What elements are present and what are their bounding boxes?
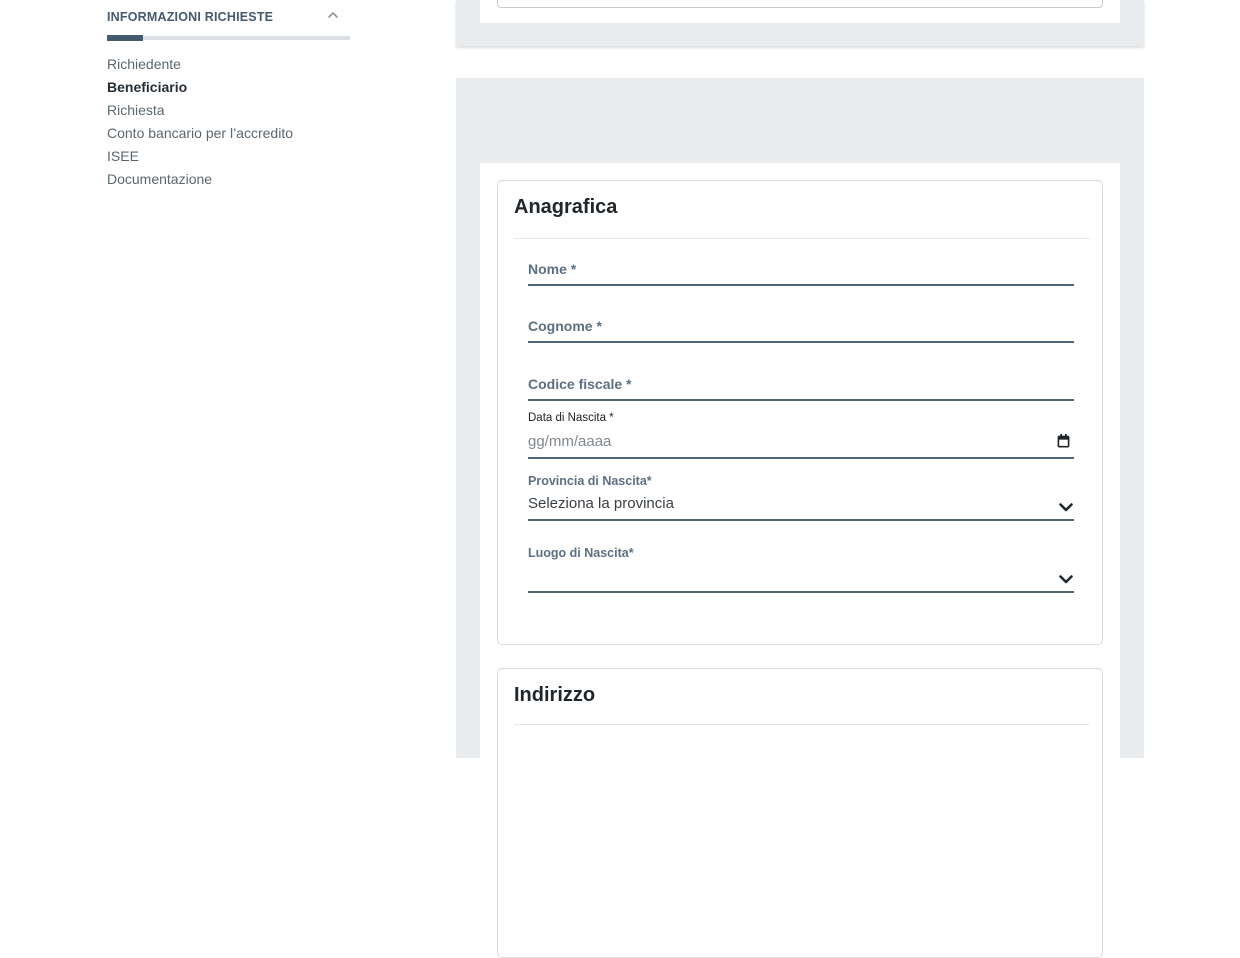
- indirizzo-card-title: Indirizzo: [514, 684, 595, 707]
- beneficiario-section: Beneficiario Anagrafica Nome * Cognome *…: [456, 78, 1144, 758]
- sidebar-item-documentazione[interactable]: Documentazione: [107, 168, 350, 191]
- sidebar-item-richiedente[interactable]: Richiedente: [107, 53, 350, 76]
- luogo-nascita-select[interactable]: Luogo di Nascita*: [528, 546, 1074, 593]
- nome-field: Nome *: [528, 261, 1074, 286]
- chevron-down-icon: [1059, 575, 1073, 584]
- previous-section-partial: [456, 0, 1144, 46]
- data-nascita-label: Data di Nascita *: [528, 412, 614, 424]
- codice-fiscale-field: Codice fiscale *: [528, 376, 1074, 401]
- sidebar-accordion-header[interactable]: INFORMAZIONI RICHIESTE: [107, 10, 350, 26]
- chevron-up-icon[interactable]: [328, 12, 338, 18]
- sidebar-item-beneficiario[interactable]: Beneficiario: [107, 76, 350, 99]
- cognome-field: Cognome *: [528, 318, 1074, 343]
- sidebar-title: INFORMAZIONI RICHIESTE: [107, 10, 273, 24]
- calendar-icon[interactable]: [1057, 434, 1070, 448]
- previous-section-panel: [480, 0, 1120, 23]
- sidebar: INFORMAZIONI RICHIESTE Richiedente Benef…: [107, 10, 350, 191]
- provincia-nascita-label: Provincia di Nascita*: [528, 474, 652, 488]
- data-nascita-field: Data di Nascita *: [528, 412, 1074, 459]
- codice-fiscale-input[interactable]: [528, 383, 1074, 401]
- provincia-nascita-value: Seleziona la provincia: [528, 495, 674, 512]
- data-nascita-input[interactable]: [528, 431, 1074, 457]
- indirizzo-card: Indirizzo: [497, 668, 1103, 958]
- sidebar-item-conto-bancario[interactable]: Conto bancario per l’accredito: [107, 122, 350, 145]
- nome-input[interactable]: [528, 268, 1074, 286]
- progress-bar: [107, 36, 350, 40]
- previous-section-input-partial[interactable]: [497, 0, 1103, 8]
- card-divider: [514, 238, 1090, 239]
- card-divider: [514, 724, 1090, 725]
- sidebar-nav: Richiedente Beneficiario Richiesta Conto…: [107, 53, 350, 191]
- anagrafica-card-title: Anagrafica: [514, 196, 617, 219]
- chevron-down-icon: [1059, 503, 1073, 512]
- sidebar-item-richiesta[interactable]: Richiesta: [107, 99, 350, 122]
- anagrafica-card: Anagrafica Nome * Cognome * Codice fisca…: [497, 180, 1103, 645]
- progress-fill: [107, 35, 143, 41]
- luogo-nascita-label: Luogo di Nascita*: [528, 546, 634, 560]
- sidebar-item-isee[interactable]: ISEE: [107, 145, 350, 168]
- cognome-input[interactable]: [528, 325, 1074, 343]
- beneficiario-panel: Anagrafica Nome * Cognome * Codice fisca…: [480, 163, 1120, 758]
- provincia-nascita-select[interactable]: Provincia di Nascita* Seleziona la provi…: [528, 474, 1074, 521]
